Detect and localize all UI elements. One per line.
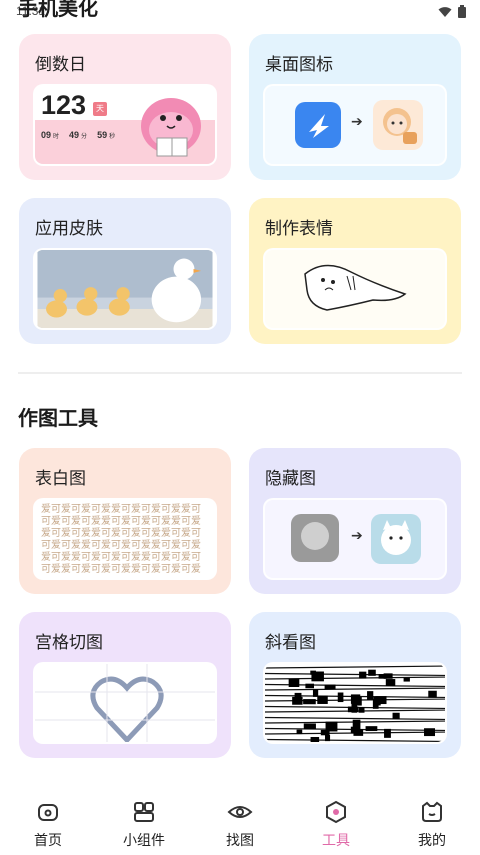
love-text-pattern: 爱可爱可爱可爱爱可爱可爱可爱爱可 可爱可爱可爱爱可爱可爱可爱爱可爱 爱可爱可爱爱… (41, 504, 201, 575)
wifi-icon (438, 6, 452, 17)
card-label: 倒数日 (35, 55, 86, 75)
oblique-block (288, 678, 300, 687)
oblique-block (365, 726, 378, 732)
countdown-days: 123 (41, 90, 87, 120)
tab-find-image[interactable]: 找图 (192, 790, 288, 855)
original-app-icon (295, 102, 341, 148)
card-label: 表白图 (35, 469, 86, 489)
status-icons (438, 5, 466, 18)
tab-label: 工具 (322, 833, 350, 849)
oblique-stripe (265, 672, 445, 677)
oblique-block (392, 712, 400, 719)
oblique-block (324, 684, 336, 690)
card-label: 桌面图标 (265, 55, 333, 75)
tab-label: 首页 (34, 833, 62, 849)
oblique-block (384, 728, 391, 738)
oblique-block (358, 707, 365, 713)
widgets-icon (134, 802, 154, 822)
oblique-block (296, 729, 303, 735)
bottom-tab-bar: 首页 小组件 找图 工具 我的 (0, 790, 480, 855)
card-hidden-image[interactable]: 隐藏图 ➔ (249, 448, 461, 594)
oblique-block (325, 721, 338, 732)
oblique-block (350, 694, 361, 704)
tab-widgets[interactable]: 小组件 (96, 790, 192, 855)
oblique-block (367, 691, 374, 700)
oblique-stripe (265, 665, 445, 669)
card-confession[interactable]: 表白图 爱可爱可爱可爱爱可爱可爱可爱爱可 可爱可爱可爱爱可爱可爱可爱爱可爱 爱可… (19, 448, 231, 594)
card-countdown[interactable]: 倒数日 123 天 09 时 49 分 59 秒 (19, 34, 231, 180)
grid-cut-preview (33, 662, 217, 744)
oblique-block (305, 683, 315, 689)
oblique-block (303, 699, 316, 705)
battery-icon (458, 5, 466, 18)
profile-icon (422, 801, 442, 822)
arrow-icon: ➔ (351, 114, 363, 130)
section-title-beautify: 手机美化 (18, 0, 98, 20)
emoji-preview (263, 248, 447, 330)
section-title-tools: 作图工具 (18, 406, 98, 430)
oblique-stripe (265, 676, 445, 680)
card-app-skin[interactable]: 应用皮肤 (19, 198, 231, 344)
oblique-block (368, 669, 376, 676)
card-label: 应用皮肤 (35, 219, 103, 239)
custom-app-icon (373, 100, 423, 150)
arrow-icon: ➔ (351, 528, 363, 544)
ducks-image (33, 248, 217, 330)
tab-tools[interactable]: 工具 (288, 790, 384, 855)
desktop-icon-preview: ➔ (263, 84, 447, 166)
hidden-preview: ➔ (263, 498, 447, 580)
oblique-block (294, 692, 302, 699)
oblique-block (310, 736, 320, 742)
card-label: 制作表情 (265, 219, 333, 239)
oblique-block (353, 729, 364, 736)
card-label: 隐藏图 (265, 469, 316, 489)
tab-label: 找图 (226, 833, 254, 849)
oblique-block (317, 695, 328, 704)
oblique-block (310, 670, 316, 675)
gray-mask-image (291, 514, 339, 562)
oblique-block (347, 706, 359, 713)
cat-image (371, 514, 421, 564)
oblique-block (424, 728, 436, 737)
tab-label: 小组件 (123, 833, 165, 849)
oblique-block (303, 723, 316, 730)
oblique-block (378, 674, 387, 679)
oblique-block (428, 690, 437, 698)
oblique-block (403, 677, 410, 682)
ghost-sticker-image (304, 264, 407, 311)
confession-preview: 爱可爱可爱可爱爱可爱可爱可爱爱可 可爱可爱可爱爱可爱可爱可爱爱可爱 爱可爱可爱爱… (33, 498, 217, 580)
card-label: 斜看图 (265, 633, 316, 653)
oblique-block (372, 698, 379, 709)
tab-profile[interactable]: 我的 (384, 790, 480, 855)
section-divider (18, 372, 462, 374)
oblique-preview (263, 662, 447, 744)
pink-mascot-image (141, 98, 201, 157)
tools-icon (326, 800, 346, 824)
oblique-block (359, 671, 367, 679)
oblique-block (385, 679, 396, 686)
countdown-preview: 123 天 09 时 49 分 59 秒 (33, 84, 217, 166)
card-label: 宫格切图 (35, 633, 103, 653)
oblique-block (312, 689, 319, 697)
eye-icon (227, 806, 253, 818)
countdown-timer: 09 时 49 分 59 秒 (41, 130, 116, 140)
oblique-pattern-image (265, 665, 445, 742)
card-grid-cut[interactable]: 宫格切图 (19, 612, 231, 758)
card-oblique-view[interactable]: 斜看图 (249, 612, 461, 758)
oblique-block (352, 719, 361, 730)
oblique-block (325, 734, 331, 742)
heart-image (35, 664, 215, 742)
card-make-emoji[interactable]: 制作表情 (249, 198, 461, 344)
countdown-badge: 天 (93, 102, 107, 116)
oblique-stripe (265, 716, 445, 721)
home-icon (38, 804, 58, 821)
oblique-stripe (265, 738, 445, 742)
tab-home[interactable]: 首页 (0, 790, 96, 855)
oblique-stripe (265, 687, 445, 691)
card-desktop-icon[interactable]: 桌面图标 ➔ (249, 34, 461, 180)
oblique-block (337, 692, 344, 703)
tab-label: 我的 (418, 833, 446, 849)
